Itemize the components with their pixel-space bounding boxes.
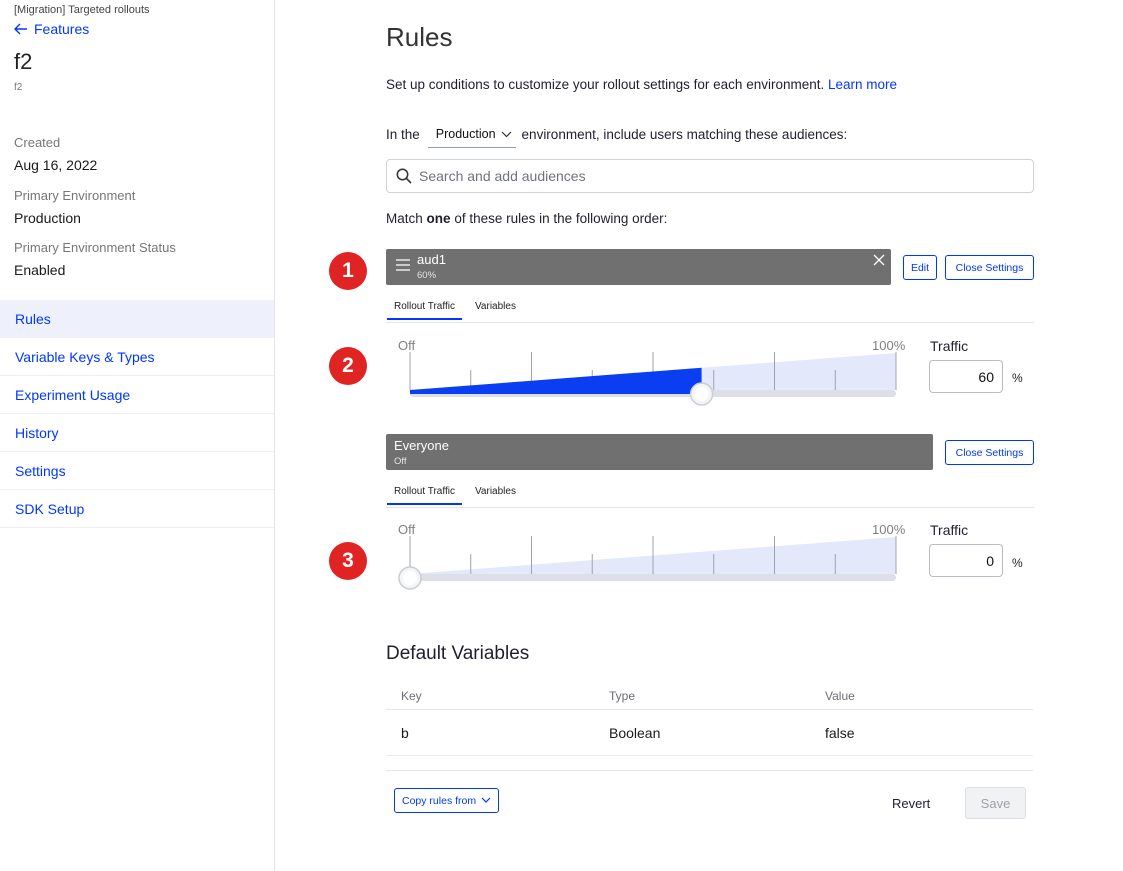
nav-item-sdk-setup[interactable]: SDK Setup [0,490,274,528]
step-badge-2: 2 [329,347,367,385]
slider-track [410,574,896,581]
variable-value: false [825,725,855,741]
table-header: Key Type Value [386,683,1033,710]
match-prefix: Match [386,211,423,226]
close-icon[interactable] [873,254,885,266]
slider-fill [410,367,702,390]
tab-variables[interactable]: Variables [468,486,523,503]
variable-type: Boolean [609,725,661,741]
tab-rollout-traffic[interactable]: Rollout Traffic [387,486,462,505]
slider-knob-center [694,387,709,401]
close-settings-button[interactable]: Close Settings [945,255,1034,280]
match-instructions: Match one of these rules in the followin… [386,211,667,226]
nav-item-settings[interactable]: Settings [0,452,274,490]
rule-traffic-summary: Off [394,456,407,467]
default-variables-title: Default Variables [386,643,530,664]
edit-rule-button[interactable]: Edit [903,255,937,280]
column-header-value: Value [825,689,855,703]
nav-item-experiment-usage[interactable]: Experiment Usage [0,376,274,414]
rule-bar-aud1[interactable]: aud1 60% [386,249,891,285]
chevron-down-icon [501,131,511,137]
back-link-label: Features [34,21,90,37]
traffic-slider-graphic [398,536,897,590]
slider-knob-center [403,571,417,585]
env-suffix: environment, include users matching thes… [521,127,848,142]
primary-environment-value: Production [14,210,81,226]
column-header-type: Type [609,689,636,703]
default-variables-table: Key Type Value b Boolean false [386,683,1033,756]
audience-search-box[interactable] [386,159,1034,193]
rule-tabs: Rollout Traffic Variables [386,299,1034,323]
primary-environment-label: Primary Environment [14,188,136,203]
nav-item-rules[interactable]: Rules [0,300,274,338]
slider-fill-bar [410,390,702,394]
slider-max-label: 100% [872,338,906,353]
primary-environment-status-value: Enabled [14,262,66,278]
environment-select[interactable]: Production [427,127,516,148]
traffic-input[interactable] [929,360,1003,393]
column-header-key: Key [401,689,422,703]
feature-nav: Rules Variable Keys & Types Experiment U… [0,300,274,528]
sidebar: [Migration] Targeted rollouts Features f… [0,0,275,871]
table-row: b Boolean false [386,710,1033,756]
created-value: Aug 16, 2022 [14,157,98,173]
variable-key: b [401,725,409,741]
percent-sign: % [1012,371,1023,385]
env-prefix: In the [386,127,420,142]
rule-traffic-summary: 60% [417,270,437,281]
traffic-slider-graphic [409,352,897,406]
rule-tabs: Rollout Traffic Variables [386,484,1034,508]
copy-rules-from-button[interactable]: Copy rules from [394,788,500,813]
slider-off-label: Off [398,522,416,537]
main-content: Rules Set up conditions to customize you… [275,0,1123,871]
learn-more-link[interactable]: Learn more [828,77,897,92]
percent-sign: % [1012,556,1023,570]
traffic-label: Traffic [930,338,969,354]
traffic-slider[interactable] [409,352,897,413]
traffic-label: Traffic [930,522,969,538]
tab-variables[interactable]: Variables [468,301,523,318]
page-title: Rules [386,22,453,52]
project-name: [Migration] Targeted rollouts [14,4,150,16]
match-suffix: of these rules in the following order: [454,211,668,226]
save-button[interactable]: Save [965,787,1026,819]
nav-item-variable-keys-types[interactable]: Variable Keys & Types [0,338,274,376]
copy-rules-label: Copy rules from [402,794,477,807]
rule-name: Everyone [394,438,449,453]
rule-bar-everyone[interactable]: Everyone Off [386,434,933,470]
primary-environment-status-label: Primary Environment Status [14,240,176,255]
footer-divider [386,770,1033,771]
intro-text: Set up conditions to customize your roll… [386,77,897,92]
step-badge-3: 3 [329,542,367,580]
feature-title: f2 [14,49,33,74]
intro-description: Set up conditions to customize your roll… [386,77,825,92]
step-badge-1: 1 [329,252,367,290]
close-settings-button[interactable]: Close Settings [945,440,1034,465]
slider-off-label: Off [398,338,416,353]
created-label: Created [14,135,61,150]
app-root: [Migration] Targeted rollouts Features f… [0,0,1123,871]
environment-select-value: Production [435,127,496,141]
environment-line: In the Production environment, include u… [386,124,848,148]
search-icon [396,168,412,184]
rule-name: aud1 [417,252,446,267]
feature-key: f2 [14,82,23,93]
drag-handle-icon[interactable] [396,259,410,271]
slider-max-label: 100% [872,522,906,537]
traffic-input[interactable] [929,544,1003,577]
revert-button[interactable]: Revert [892,788,930,818]
arrow-left-icon [14,23,27,35]
tab-rollout-traffic[interactable]: Rollout Traffic [387,301,462,320]
audience-search-input[interactable] [419,168,1009,184]
chevron-down-icon [481,797,491,803]
back-to-features-link[interactable]: Features [14,21,89,37]
match-bold: one [426,211,451,226]
traffic-slider[interactable] [398,536,897,597]
nav-item-history[interactable]: History [0,414,274,452]
